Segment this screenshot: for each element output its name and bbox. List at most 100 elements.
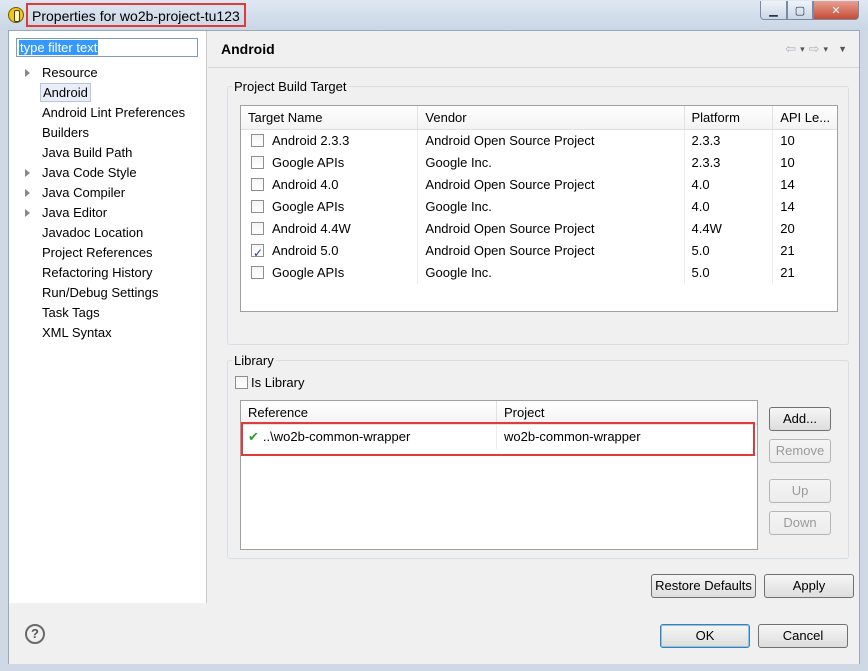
- move-up-button[interactable]: Up: [769, 479, 831, 503]
- close-icon: ✕: [831, 4, 841, 17]
- target-name: Android 5.0: [272, 243, 339, 258]
- tree-item[interactable]: XML Syntax: [9, 323, 207, 343]
- close-button[interactable]: ✕: [813, 1, 859, 20]
- column-header[interactable]: Vendor: [418, 106, 685, 129]
- tree-item-label: Java Build Path: [42, 145, 133, 160]
- back-arrow-icon[interactable]: ⇦: [785, 41, 796, 57]
- build-target-header: Target Name Vendor Platform API Le...: [241, 106, 837, 130]
- tree-item-label: Java Code Style: [42, 165, 137, 180]
- library-legend: Library: [234, 353, 274, 368]
- vendor-cell: Google Inc.: [418, 196, 685, 218]
- tree-item[interactable]: Javadoc Location: [9, 223, 207, 243]
- tree-item-label: Java Editor: [42, 205, 108, 220]
- target-checkbox[interactable]: [251, 134, 264, 147]
- tree-item-label: XML Syntax: [42, 325, 112, 340]
- platform-cell: 2.3.3: [685, 130, 774, 152]
- target-name: Google APIs: [272, 199, 345, 214]
- build-target-table: Target Name Vendor Platform API Le... Andro…: [240, 105, 838, 312]
- tree-item[interactable]: Project References: [9, 243, 207, 263]
- ok-button[interactable]: OK: [660, 624, 750, 648]
- platform-cell: 2.3.3: [685, 152, 774, 174]
- is-library-checkbox-row[interactable]: Is Library: [235, 375, 304, 391]
- is-library-checkbox[interactable]: [235, 376, 248, 389]
- move-down-button[interactable]: Down: [769, 511, 831, 535]
- table-row[interactable]: Google APIs Google Inc. 4.0 14: [241, 196, 837, 218]
- tree-item-label: Android: [40, 83, 91, 102]
- properties-page: Android ⇦ ▾ ⇨ ▾ ▼ Project Build Target T…: [208, 31, 859, 603]
- tree-item-label: Refactoring History: [42, 265, 153, 280]
- tree-item[interactable]: Java Build Path: [9, 143, 207, 163]
- tree-item[interactable]: Java Compiler: [9, 183, 207, 203]
- tree-item[interactable]: Run/Debug Settings: [9, 283, 207, 303]
- expand-arrow-icon[interactable]: [25, 169, 30, 177]
- target-checkbox[interactable]: [251, 222, 264, 235]
- forward-arrow-icon[interactable]: ⇨: [809, 41, 820, 57]
- tree-item[interactable]: Android: [9, 83, 207, 103]
- target-checkbox[interactable]: [251, 242, 264, 262]
- table-row[interactable]: Android 2.3.3 Android Open Source Project…: [241, 130, 837, 152]
- window-title: Properties for wo2b-project-tu123: [26, 3, 246, 27]
- target-name: Google APIs: [272, 265, 345, 280]
- view-menu-icon[interactable]: ▼: [838, 44, 847, 57]
- expand-arrow-icon[interactable]: [25, 209, 30, 217]
- tree-item-label: Project References: [42, 245, 153, 260]
- maximize-button[interactable]: ▢: [787, 1, 813, 20]
- target-name: Google APIs: [272, 155, 345, 170]
- tree-item-label: Android Lint Preferences: [42, 105, 186, 120]
- target-name: Android 4.4W: [272, 221, 351, 236]
- column-header[interactable]: Target Name: [241, 106, 419, 129]
- target-checkbox[interactable]: [251, 200, 264, 213]
- table-row[interactable]: Android 5.0 Android Open Source Project5.…: [241, 240, 837, 262]
- target-name-cell: Android 5.0: [241, 240, 419, 262]
- expand-arrow-icon[interactable]: [25, 69, 30, 77]
- tree-item[interactable]: Refactoring History: [9, 263, 207, 283]
- tree-item-label: Resource: [42, 65, 98, 80]
- restore-defaults-button[interactable]: Restore Defaults: [651, 574, 756, 598]
- is-library-label: Is Library: [251, 375, 305, 390]
- table-row[interactable]: Google APIs Google Inc. 5.0 21: [241, 262, 837, 284]
- cancel-button[interactable]: Cancel: [758, 624, 848, 648]
- tree-item[interactable]: Java Code Style: [9, 163, 207, 183]
- target-name-cell: Google APIs: [241, 196, 419, 218]
- build-target-rows: Android 2.3.3 Android Open Source Project…: [241, 130, 837, 284]
- help-icon[interactable]: ?: [25, 624, 45, 644]
- title-bar: Properties for wo2b-project-tu123 ▁ ▢ ✕: [0, 0, 868, 30]
- forward-history-dropdown-icon[interactable]: ▾: [824, 44, 829, 57]
- table-row[interactable]: Android 4.0 Android Open Source Project 4.…: [241, 174, 837, 196]
- minimize-icon: ▁: [769, 4, 778, 17]
- minimize-button[interactable]: ▁: [760, 1, 787, 20]
- tree-item-label: Javadoc Location: [42, 225, 144, 240]
- column-header[interactable]: API Le...: [773, 106, 837, 129]
- filter-input[interactable]: type filter text: [16, 38, 198, 57]
- target-name: Android 2.3.3: [272, 133, 350, 148]
- target-checkbox[interactable]: [251, 178, 264, 191]
- tree-item[interactable]: Android Lint Preferences: [9, 103, 207, 123]
- tree-item[interactable]: Builders: [9, 123, 207, 143]
- add-library-button[interactable]: Add...: [769, 407, 831, 431]
- api-level-cell: 10: [780, 155, 795, 170]
- table-row[interactable]: Android 4.4W Android Open Source Project 4…: [241, 218, 837, 240]
- tree-item[interactable]: Resource: [9, 63, 207, 83]
- page-navigation: ⇦ ▾ ⇨ ▾ ▼: [785, 41, 847, 57]
- tree-item[interactable]: Java Editor: [9, 203, 207, 223]
- tree-item-label: Task Tags: [42, 305, 100, 320]
- sidebar: type filter text Resource Android Android …: [9, 31, 207, 603]
- api-level-cell: 14: [780, 177, 795, 192]
- platform-cell: 4.0: [685, 196, 774, 218]
- api-level-cell: 21: [780, 265, 795, 280]
- back-history-dropdown-icon[interactable]: ▾: [800, 44, 805, 57]
- tree-item[interactable]: Task Tags: [9, 303, 207, 323]
- target-name-cell: Google APIs: [241, 262, 419, 284]
- column-header[interactable]: Reference: [241, 401, 498, 424]
- library-row-highlight: [241, 422, 755, 456]
- tree-item-label: Run/Debug Settings: [42, 285, 159, 300]
- column-header[interactable]: Project: [497, 401, 757, 424]
- dialog-client: type filter text Resource Android Android …: [8, 30, 860, 664]
- table-row[interactable]: Google APIs Google Inc. 2.3.3 10: [241, 152, 837, 174]
- expand-arrow-icon[interactable]: [25, 189, 30, 197]
- target-checkbox[interactable]: [251, 266, 264, 279]
- column-header[interactable]: Platform: [685, 106, 774, 129]
- target-checkbox[interactable]: [251, 156, 264, 169]
- remove-library-button[interactable]: Remove: [769, 439, 831, 463]
- apply-button[interactable]: Apply: [764, 574, 854, 598]
